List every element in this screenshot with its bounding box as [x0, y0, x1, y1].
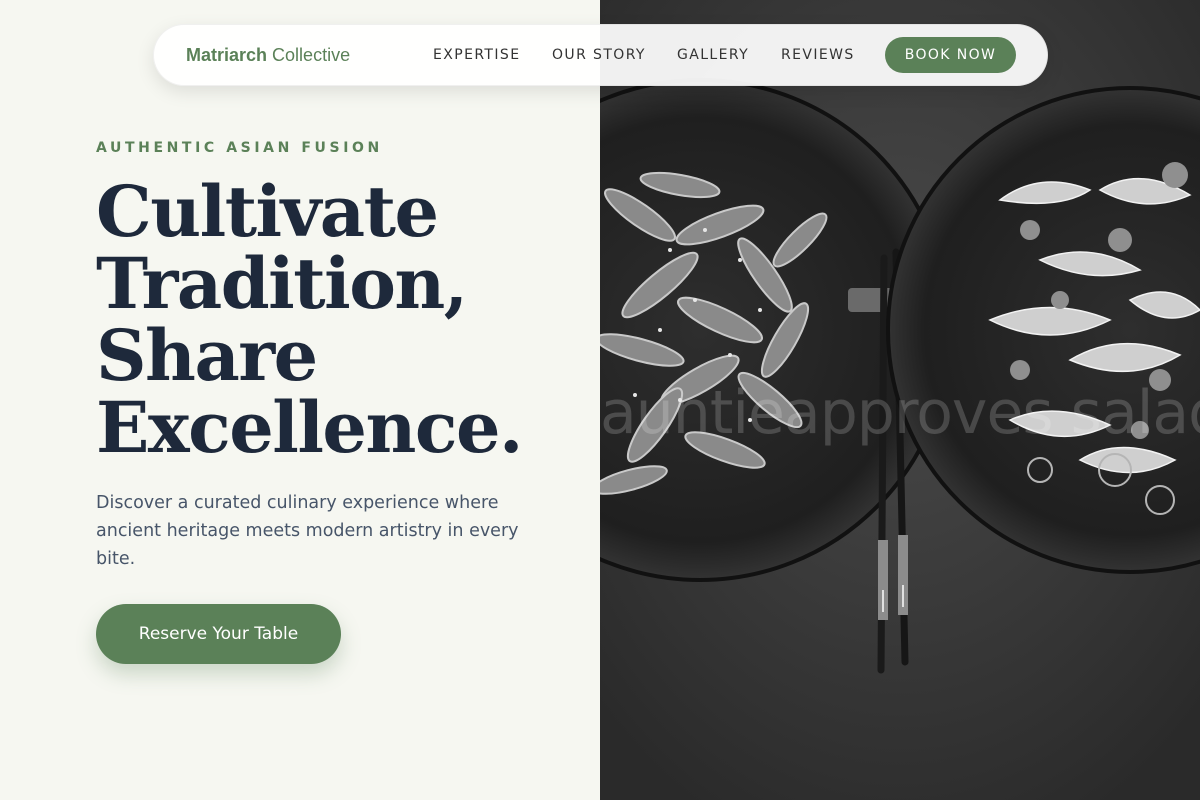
- hero-food-photo: auntieapproves salad: [600, 0, 1200, 800]
- hero-eyebrow: AUTHENTIC ASIAN FUSION: [96, 140, 383, 156]
- brand-name-soft: Collective: [272, 45, 351, 65]
- reserve-table-button[interactable]: Reserve Your Table: [96, 604, 341, 664]
- hero-description: Discover a curated culinary experience w…: [96, 493, 519, 569]
- image-watermark: auntieapproves salad: [600, 378, 1200, 448]
- brand-name-strong: Matriarch: [186, 45, 268, 65]
- hero-headline-line: Share: [96, 314, 318, 397]
- hero-headline-line: Cultivate: [96, 170, 439, 253]
- brand-logo[interactable]: Matriarch Collective: [186, 45, 350, 66]
- nav-link-expertise[interactable]: EXPERTISE: [433, 47, 520, 63]
- hero-section: AUTHENTIC ASIAN FUSION Cultivate Traditi…: [0, 0, 600, 800]
- top-navbar: Matriarch Collective EXPERTISE OUR STORY…: [153, 24, 1048, 86]
- hero-headline-line: Excellence.: [96, 386, 523, 469]
- nav-link-reviews[interactable]: REVIEWS: [781, 47, 855, 63]
- hero-headline: Cultivate Tradition, Share Excellence.: [96, 176, 566, 464]
- hero-headline-line: Tradition,: [96, 242, 468, 325]
- nav-link-gallery[interactable]: GALLERY: [677, 47, 749, 63]
- book-now-button[interactable]: BOOK NOW: [885, 37, 1016, 73]
- nav-link-our-story[interactable]: OUR STORY: [552, 47, 646, 63]
